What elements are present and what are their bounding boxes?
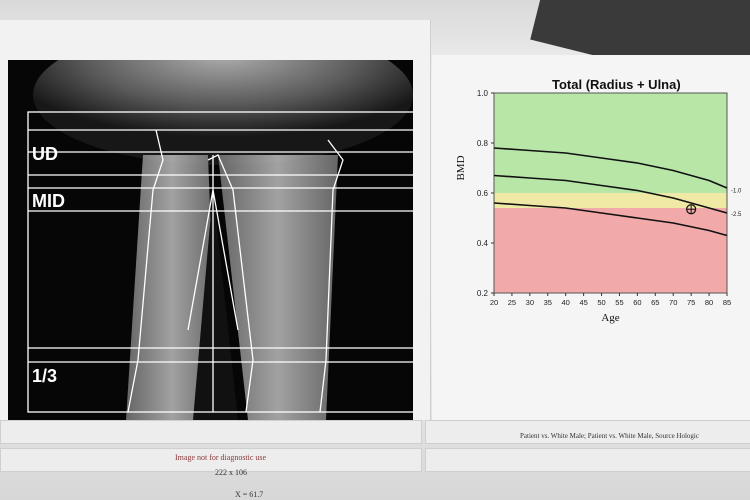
image-dimensions: 222 x 106 bbox=[215, 468, 247, 477]
footer-left-row bbox=[0, 420, 422, 444]
scan-image: UD MID 1/3 bbox=[8, 60, 413, 420]
x-tick-label: 75 bbox=[687, 298, 695, 307]
x-tick-label: 85 bbox=[723, 298, 731, 307]
right-label-minus1: -1.0 bbox=[731, 188, 742, 194]
diagnostic-note: Image not for diagnostic use bbox=[175, 453, 267, 462]
x-tick-label: 45 bbox=[579, 298, 587, 307]
scan-panel: UD MID 1/3 bbox=[0, 20, 431, 420]
x-tick-label: 80 bbox=[705, 298, 713, 307]
x-tick-label: 65 bbox=[651, 298, 659, 307]
label-mid: MID bbox=[32, 191, 65, 211]
screen: UD MID 1/3 Total (Radius + Ulna) 0.2 0.4 0… bbox=[0, 0, 750, 500]
y-tick-label: 1.0 bbox=[477, 89, 489, 98]
x-tick-label: 40 bbox=[562, 298, 570, 307]
y-tick-label: 0.2 bbox=[477, 289, 489, 298]
y-tick-label: 0.4 bbox=[477, 239, 489, 248]
label-one-third: 1/3 bbox=[32, 366, 57, 386]
x-tick-label: 70 bbox=[669, 298, 677, 307]
footer-bottom-value: X = 61.7 bbox=[235, 490, 264, 499]
bmd-chart: 0.2 0.4 0.6 0.8 1.0 20 25 30 35 40 45 50 55 60 65 70 75 8… bbox=[455, 89, 742, 324]
right-label-minus2-5: -2.5 bbox=[731, 212, 742, 218]
band-osteoporosis bbox=[494, 208, 727, 293]
forearm-scan: UD MID 1/3 bbox=[8, 60, 413, 420]
footer-right-row-2 bbox=[425, 448, 750, 472]
x-tick-label: 30 bbox=[526, 298, 534, 307]
x-tick-label: 20 bbox=[490, 298, 498, 307]
x-tick-label: 60 bbox=[633, 298, 641, 307]
y-tick-label: 0.6 bbox=[477, 189, 489, 198]
y-tick-label: 0.8 bbox=[477, 139, 489, 148]
x-tick-label: 55 bbox=[615, 298, 623, 307]
report-footer: Image not for diagnostic use 222 x 106 X… bbox=[0, 420, 750, 500]
label-ud: UD bbox=[32, 144, 58, 164]
reference-note: Patient vs. White Male; Patient vs. Whit… bbox=[520, 432, 699, 440]
x-tick-label: 50 bbox=[597, 298, 605, 307]
bmd-chart-panel: Total (Radius + Ulna) 0.2 0.4 0.6 0.8 1.0 20 2… bbox=[432, 55, 750, 420]
x-tick-label: 25 bbox=[508, 298, 516, 307]
y-axis-label: BMD bbox=[455, 155, 467, 180]
x-tick-label: 35 bbox=[544, 298, 552, 307]
x-axis-label: Age bbox=[601, 312, 619, 324]
